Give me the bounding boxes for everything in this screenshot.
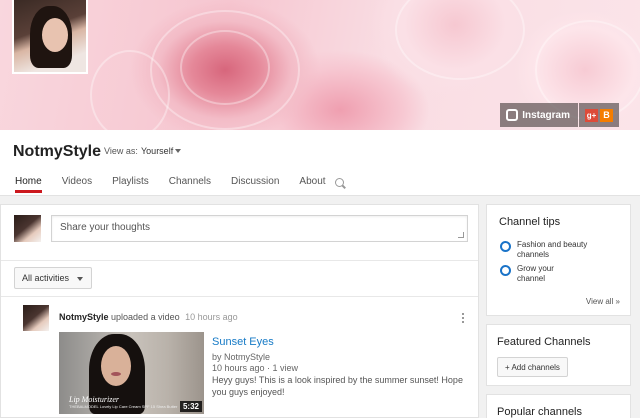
channel-header: NotmyStyle View as: Yourself Home Videos… — [0, 130, 640, 196]
video-description: Heyy guys! This is a look inspired by th… — [212, 375, 463, 397]
view-as-label: View as: — [104, 146, 138, 156]
resize-handle-icon[interactable] — [458, 232, 464, 238]
video-duration-badge: 5:32 — [179, 401, 202, 412]
tab-channels[interactable]: Channels — [169, 176, 211, 193]
activity-feed: Share your thoughts All activities Notmy… — [0, 204, 479, 418]
channel-title: NotmyStyle — [13, 143, 102, 160]
tab-playlists[interactable]: Playlists — [112, 176, 149, 193]
thumb-lips — [111, 372, 121, 376]
tip-label: Grow your channel — [517, 264, 554, 283]
post-time: 10 hours ago — [185, 312, 238, 322]
thumb-face — [101, 346, 131, 386]
share-placeholder: Share your thoughts — [60, 222, 151, 233]
channel-tabs: Home Videos Playlists Channels Discussio… — [15, 176, 346, 193]
avatar[interactable] — [23, 305, 49, 331]
tab-videos[interactable]: Videos — [62, 176, 92, 193]
avatar — [14, 215, 41, 242]
instagram-label: Instagram — [522, 109, 570, 121]
popular-channels-card: Popular channels — [486, 394, 631, 418]
post-action: uploaded a video — [111, 312, 180, 322]
tip-status-icon — [500, 241, 511, 252]
activity-filter-dropdown[interactable]: All activities — [14, 267, 93, 289]
avatar-face — [42, 18, 68, 52]
tab-about[interactable]: About — [299, 176, 325, 193]
tip-fashion-beauty[interactable]: Fashion and beauty channels — [500, 240, 589, 260]
tip-status-icon — [500, 265, 511, 276]
divider — [1, 260, 478, 261]
featured-channels-title: Featured Channels — [497, 336, 591, 348]
tip-grow-channel[interactable]: Grow your channel — [500, 264, 569, 284]
popular-channels-title: Popular channels — [497, 406, 583, 418]
thumb-caption-subtitle: THEBALMODEL Lovely Lip Care Cream SPF 15… — [69, 404, 178, 409]
blogger-icon[interactable]: B — [600, 108, 613, 122]
social-links: Instagram g+ B — [500, 103, 619, 127]
post-header: NotmyStyle uploaded a video 10 hours ago — [59, 312, 238, 322]
chevron-down-icon — [77, 277, 84, 281]
view-as-dropdown[interactable]: Yourself — [141, 146, 173, 156]
add-channels-button[interactable]: + Add channels — [497, 357, 568, 377]
video-meta: 10 hours ago · 1 view — [212, 363, 299, 373]
thumb-caption-title: Lip Moisturizer — [69, 395, 120, 404]
banner-petal — [180, 30, 270, 105]
channel-tips-card: Channel tips Fashion and beauty channels… — [486, 204, 631, 316]
view-all-link[interactable]: View all » — [586, 297, 620, 306]
video-byline: by NotmyStyle — [212, 352, 271, 362]
channel-tips-title: Channel tips — [499, 216, 561, 228]
video-thumbnail[interactable]: Lip Moisturizer THEBALMODEL Lovely Lip C… — [59, 332, 204, 414]
banner-petal — [395, 0, 525, 80]
instagram-link[interactable]: Instagram — [500, 103, 578, 127]
share-thoughts-input[interactable]: Share your thoughts — [51, 215, 468, 242]
filter-label: All activities — [22, 273, 70, 283]
search-icon[interactable] — [335, 178, 344, 187]
banner-petal — [90, 50, 170, 130]
channel-avatar[interactable] — [12, 0, 88, 74]
video-title-link[interactable]: Sunset Eyes — [212, 336, 274, 348]
chevron-down-icon[interactable] — [175, 149, 181, 153]
more-options-icon[interactable] — [462, 313, 465, 325]
featured-channels-card: Featured Channels + Add channels — [486, 324, 631, 386]
divider — [1, 296, 478, 297]
channel-banner: Instagram g+ B — [0, 0, 640, 130]
google-plus-icon[interactable]: g+ — [585, 108, 598, 122]
tab-discussion[interactable]: Discussion — [231, 176, 279, 193]
tip-label: Fashion and beauty channels — [517, 240, 588, 259]
instagram-icon — [506, 109, 519, 121]
other-social-links: g+ B — [579, 103, 619, 127]
tab-home[interactable]: Home — [15, 176, 42, 193]
post-user-link[interactable]: NotmyStyle — [59, 312, 109, 322]
